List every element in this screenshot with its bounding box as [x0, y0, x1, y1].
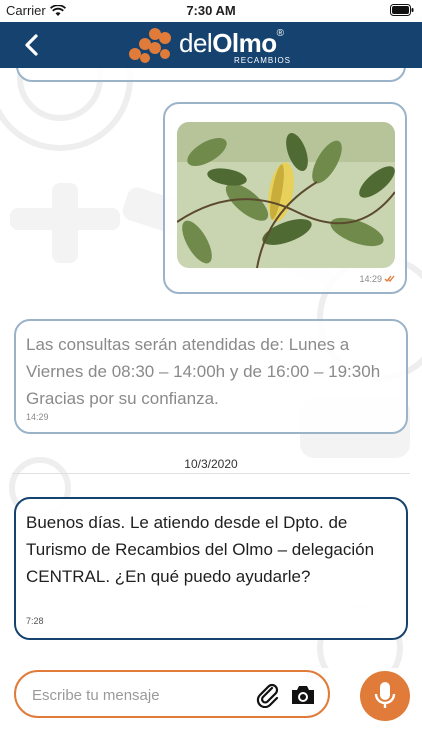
brand-logo: delOlmo® RECAMBIOS — [127, 26, 299, 66]
chat-thread[interactable]: 14:29 Las consultas serán atendidas de: … — [0, 68, 422, 668]
divider — [12, 473, 410, 474]
message-time: 14:29 — [26, 412, 49, 422]
chevron-left-icon — [25, 34, 38, 56]
date-separator: 10/3/2020 — [12, 454, 410, 474]
back-button[interactable] — [20, 32, 44, 58]
message-time: 14:29 — [359, 274, 382, 284]
logo-wordmark: delOlmo® — [179, 28, 284, 58]
microphone-icon — [374, 682, 396, 708]
hours-message-bubble[interactable]: Las consultas serán atendidas de: Lunes … — [14, 319, 408, 434]
date-label: 10/3/2020 — [184, 457, 238, 471]
home-indicator-area — [0, 728, 422, 750]
camera-icon[interactable] — [290, 684, 316, 706]
message-text: Las consultas serán atendidas de: Lunes … — [26, 335, 381, 408]
navigation-bar: delOlmo® RECAMBIOS — [0, 22, 422, 68]
double-check-icon — [384, 275, 395, 282]
greeting-message-bubble[interactable]: Buenos días. Le atiendo desde el Dpto. d… — [14, 497, 408, 640]
message-text: Buenos días. Le atiendo desde el Dpto. d… — [26, 513, 375, 586]
message-time: 7:28 — [26, 616, 44, 626]
leaves-photo — [177, 122, 395, 268]
status-bar: Carrier 7:30 AM — [0, 0, 422, 22]
message-composer — [0, 668, 422, 728]
voice-message-button[interactable] — [360, 671, 410, 721]
message-input[interactable] — [32, 684, 252, 706]
image-message-bubble[interactable]: 14:29 — [163, 102, 407, 294]
message-photo[interactable] — [177, 122, 395, 268]
paperclip-icon[interactable] — [256, 682, 280, 708]
logo-mark-icon — [129, 28, 171, 63]
battery-icon — [390, 4, 414, 16]
previous-message-bubble — [16, 68, 406, 82]
message-meta: 14:29 — [359, 274, 395, 284]
logo-subtitle: RECAMBIOS — [234, 56, 292, 65]
status-time: 7:30 AM — [186, 3, 236, 18]
message-input-container[interactable] — [14, 670, 330, 718]
